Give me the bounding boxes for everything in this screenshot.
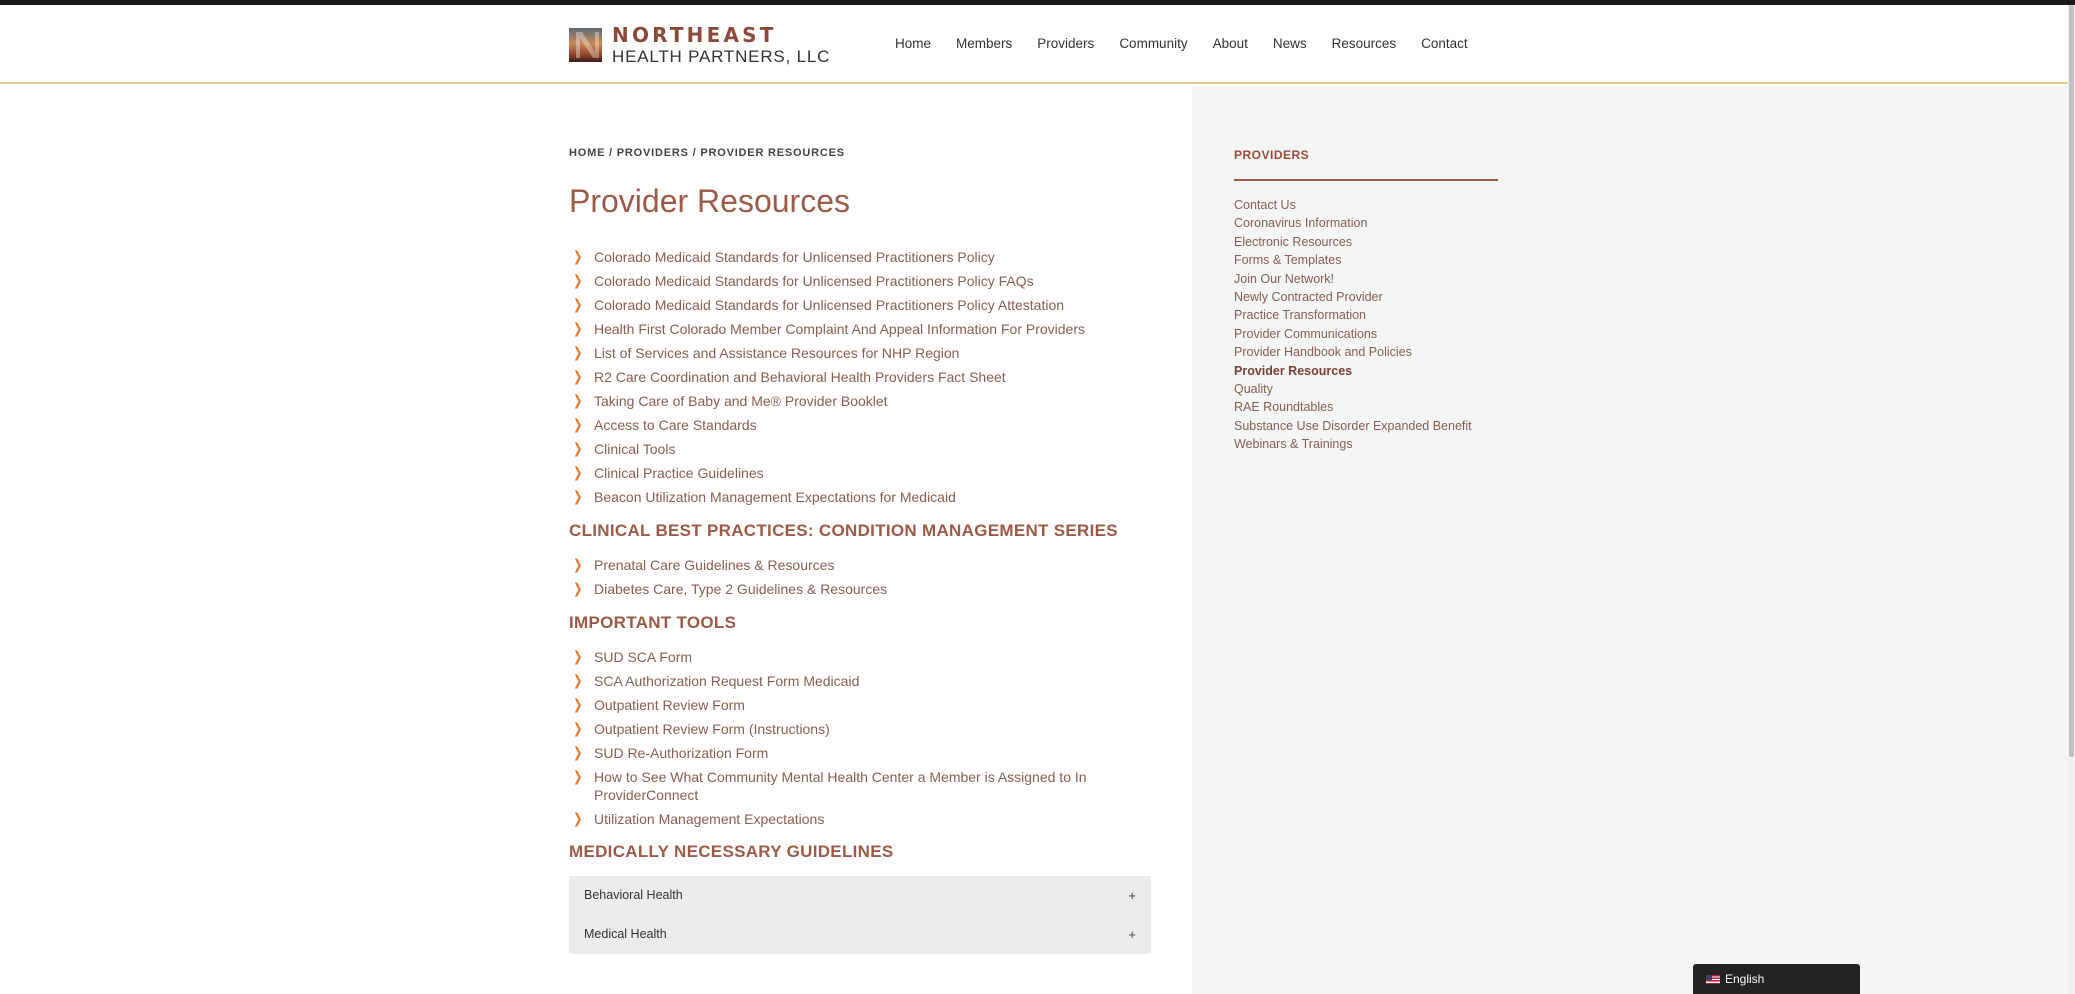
sidebar-heading[interactable]: PROVIDERS xyxy=(1234,148,1309,162)
sidebar-item-provider-communications[interactable]: Provider Communications xyxy=(1234,325,1472,343)
us-flag-icon xyxy=(1706,975,1720,984)
resources-list: ❯ Colorado Medicaid Standards for Unlicen… xyxy=(569,248,1151,512)
chevron-right-icon: ❯ xyxy=(573,811,583,827)
nav-resources[interactable]: Resources xyxy=(1332,35,1397,53)
list-item[interactable]: ❯ Outpatient Review Form xyxy=(569,696,1151,714)
chevron-right-icon: ❯ xyxy=(573,321,583,337)
breadcrumb[interactable]: HOME / PROVIDERS / PROVIDER RESOURCES xyxy=(569,147,845,159)
main-nav: Home Members Providers Community About N… xyxy=(895,35,1493,53)
list-item[interactable]: ❯ Beacon Utilization Management Expectati… xyxy=(569,488,1151,506)
chevron-right-icon: ❯ xyxy=(573,273,583,289)
nav-home[interactable]: Home xyxy=(895,35,931,53)
plus-icon: + xyxy=(1128,888,1136,903)
list-item[interactable]: ❯ Diabetes Care, Type 2 Guidelines & Reso… xyxy=(569,580,1151,598)
tools-heading: IMPORTANT TOOLS xyxy=(569,613,737,632)
list-item[interactable]: ❯ SUD SCA Form xyxy=(569,648,1151,666)
language-label: English xyxy=(1725,972,1765,986)
guidelines-heading: MEDICALLY NECESSARY GUIDELINES xyxy=(569,842,894,861)
nav-community[interactable]: Community xyxy=(1119,35,1187,53)
chevron-right-icon: ❯ xyxy=(573,673,583,689)
chevron-right-icon: ❯ xyxy=(573,249,583,265)
sidebar-item-webinars[interactable]: Webinars & Trainings xyxy=(1234,435,1472,453)
nav-news[interactable]: News xyxy=(1273,35,1307,53)
accordion-label: Behavioral Health xyxy=(584,888,683,902)
chevron-right-icon: ❯ xyxy=(573,369,583,385)
nav-about[interactable]: About xyxy=(1213,35,1248,53)
site-logo[interactable]: NORTHEAST HEALTH PARTNERS, LLC xyxy=(569,25,830,65)
chevron-right-icon: ❯ xyxy=(573,721,583,737)
list-item[interactable]: ❯ Clinical Tools xyxy=(569,440,1151,458)
list-item[interactable]: ❯ Access to Care Standards xyxy=(569,416,1151,434)
sidebar-item-provider-resources[interactable]: Provider Resources xyxy=(1234,362,1472,380)
nav-contact[interactable]: Contact xyxy=(1421,35,1468,53)
sidebar-item-sud-expanded-benefit[interactable]: Substance Use Disorder Expanded Benefit xyxy=(1234,417,1472,435)
chevron-right-icon: ❯ xyxy=(573,557,583,573)
language-switcher[interactable]: English xyxy=(1693,964,1860,994)
clinical-list: ❯ Prenatal Care Guidelines & Resources ❯ D… xyxy=(569,556,1151,604)
list-item[interactable]: ❯ Taking Care of Baby and Me® Provider Bo… xyxy=(569,392,1151,410)
sidebar-item-quality[interactable]: Quality xyxy=(1234,380,1472,398)
logo-subname: HEALTH PARTNERS, LLC xyxy=(612,47,831,66)
list-item[interactable]: ❯ R2 Care Coordination and Behavioral Hea… xyxy=(569,368,1151,386)
clinical-heading: CLINICAL BEST PRACTICES: CONDITION MANAG… xyxy=(569,521,1118,540)
list-item[interactable]: ❯ Health First Colorado Member Complaint … xyxy=(569,320,1151,338)
nav-members[interactable]: Members xyxy=(956,35,1012,53)
logo-name: NORTHEAST xyxy=(612,23,777,47)
sidebar-item-electronic-resources[interactable]: Electronic Resources xyxy=(1234,233,1472,251)
accordion-medical-health[interactable]: Medical Health + xyxy=(569,915,1151,954)
scrollbar-thumb[interactable] xyxy=(2069,5,2074,757)
accordion-label: Medical Health xyxy=(584,927,667,941)
tools-list: ❯ SUD SCA Form ❯ SCA Authorization Request… xyxy=(569,648,1151,834)
chevron-right-icon: ❯ xyxy=(573,649,583,665)
chevron-right-icon: ❯ xyxy=(573,745,583,761)
chevron-right-icon: ❯ xyxy=(573,297,583,313)
chevron-right-icon: ❯ xyxy=(573,581,583,597)
chevron-right-icon: ❯ xyxy=(573,489,583,505)
chevron-right-icon: ❯ xyxy=(573,465,583,481)
chevron-right-icon: ❯ xyxy=(573,441,583,457)
plus-icon: + xyxy=(1128,927,1136,942)
guidelines-accordion: Behavioral Health + Medical Health + xyxy=(569,876,1151,954)
list-item[interactable]: ❯ Colorado Medicaid Standards for Unlicen… xyxy=(569,296,1151,314)
sidebar-item-provider-handbook[interactable]: Provider Handbook and Policies xyxy=(1234,343,1472,361)
sidebar-item-forms-templates[interactable]: Forms & Templates xyxy=(1234,251,1472,269)
chevron-right-icon: ❯ xyxy=(573,393,583,409)
list-item[interactable]: ❯ Colorado Medicaid Standards for Unlicen… xyxy=(569,248,1151,266)
list-item[interactable]: ❯ Clinical Practice Guidelines xyxy=(569,464,1151,482)
list-item[interactable]: ❯ List of Services and Assistance Resourc… xyxy=(569,344,1151,362)
logo-mark-icon xyxy=(569,28,602,62)
list-item[interactable]: ❯ Prenatal Care Guidelines & Resources xyxy=(569,556,1151,574)
chevron-right-icon: ❯ xyxy=(573,417,583,433)
list-item[interactable]: ❯ Outpatient Review Form (Instructions) xyxy=(569,720,1151,738)
sidebar-divider xyxy=(1234,179,1498,181)
chevron-right-icon: ❯ xyxy=(573,345,583,361)
sidebar-item-rae-roundtables[interactable]: RAE Roundtables xyxy=(1234,398,1472,416)
page-title: Provider Resources xyxy=(569,183,850,219)
sidebar-item-contact-us[interactable]: Contact Us xyxy=(1234,196,1472,214)
sidebar-item-join-network[interactable]: Join Our Network! xyxy=(1234,270,1472,288)
list-item[interactable]: ❯ Colorado Medicaid Standards for Unlicen… xyxy=(569,272,1151,290)
site-header: NORTHEAST HEALTH PARTNERS, LLC Home Memb… xyxy=(0,5,2068,84)
chevron-right-icon: ❯ xyxy=(573,769,583,785)
sidebar-item-practice-transformation[interactable]: Practice Transformation xyxy=(1234,306,1472,324)
list-item[interactable]: ❯ How to See What Community Mental Health… xyxy=(569,768,1151,804)
list-item[interactable]: ❯ Utilization Management Expectations xyxy=(569,810,1151,828)
sidebar-item-coronavirus[interactable]: Coronavirus Information xyxy=(1234,214,1472,232)
sidebar-item-newly-contracted[interactable]: Newly Contracted Provider xyxy=(1234,288,1472,306)
list-item[interactable]: ❯ SUD Re-Authorization Form xyxy=(569,744,1151,762)
list-item[interactable]: ❯ SCA Authorization Request Form Medicaid xyxy=(569,672,1151,690)
sidebar-menu: Contact Us Coronavirus Information Elect… xyxy=(1234,196,1472,454)
nav-providers[interactable]: Providers xyxy=(1037,35,1094,53)
chevron-right-icon: ❯ xyxy=(573,697,583,713)
accordion-behavioral-health[interactable]: Behavioral Health + xyxy=(569,876,1151,915)
